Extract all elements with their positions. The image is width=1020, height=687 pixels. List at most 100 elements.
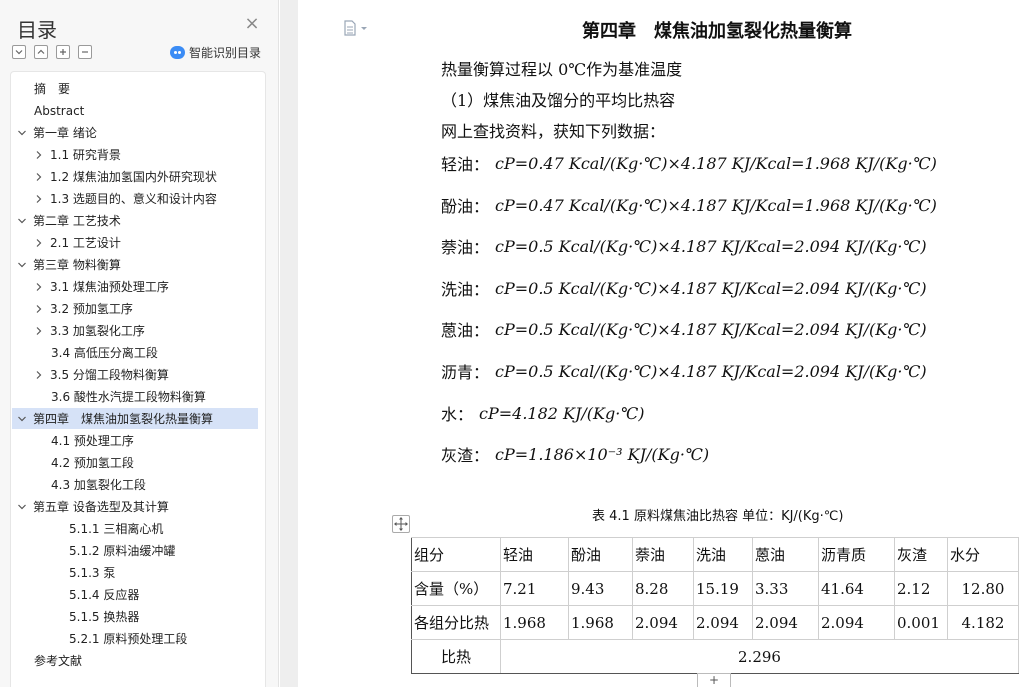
table-cell[interactable]: 3.33 (752, 571, 819, 606)
toc-item[interactable]: 2.1 工艺设计 (12, 232, 258, 253)
toc-item-label: 第四章 煤焦油加氢裂化热量衡算 (33, 412, 214, 426)
formula-expression: cP=0.47 Kcal/(Kg·℃)×4.187 KJ/Kcal=1.968 … (495, 195, 937, 215)
toc-list: 摘 要 Abstract 第一章 绪论 1.1 研究背景 1.2 煤焦油加氢国内外研究现… (10, 71, 266, 687)
table-cell[interactable]: 0.001 (894, 605, 948, 640)
toc-item[interactable]: Abstract (12, 100, 258, 121)
table-cell[interactable]: 2.094 (693, 605, 753, 640)
toc-item[interactable]: 5.1.1 三相离心机 (12, 518, 258, 539)
toc-item[interactable]: 4.2 预加氢工段 (12, 452, 258, 473)
toc-item[interactable]: 5.2.1 原料预处理工段 (12, 628, 258, 649)
table-cell[interactable]: 15.19 (693, 571, 753, 606)
chevron-down-icon[interactable] (16, 215, 28, 227)
expand-all-icon[interactable] (12, 45, 26, 59)
toc-item[interactable]: 5.1.5 换热器 (12, 606, 258, 627)
toc-item[interactable]: 3.3 加氢裂化工序 (12, 320, 258, 341)
toc-item[interactable]: 4.3 加氢裂化工段 (12, 474, 258, 495)
table-cell[interactable]: 1.968 (500, 605, 569, 640)
toc-item-label: 第五章 设备选型及其计算 (33, 500, 169, 514)
table-cell[interactable]: 比热 (411, 639, 501, 674)
collapse-all-icon[interactable] (34, 45, 48, 59)
table-cell[interactable]: 1.968 (568, 605, 633, 640)
chevron-right-icon[interactable] (33, 325, 45, 337)
table-cell[interactable]: 含量（%） (411, 571, 501, 606)
add-heading-icon[interactable] (56, 45, 70, 59)
toc-item[interactable]: 3.2 预加氢工序 (12, 298, 258, 319)
close-icon[interactable]: × (244, 15, 260, 33)
chevron-right-icon[interactable] (33, 237, 45, 249)
table-cell[interactable]: 8.28 (632, 571, 694, 606)
table-cell[interactable]: 轻油 (500, 537, 569, 572)
toc-item[interactable]: 参考文献 (12, 650, 258, 671)
chevron-right-icon[interactable] (33, 303, 45, 315)
smart-toc-button[interactable]: 智能识别目录 (170, 44, 261, 61)
table-cell[interactable]: 洗油 (693, 537, 753, 572)
table-cell[interactable]: 蒽油 (752, 537, 819, 572)
formula-expression: cP=0.5 Kcal/(Kg·℃)×4.187 KJ/Kcal=2.094 K… (495, 236, 927, 256)
table-cell[interactable]: 2.296 (500, 639, 1019, 674)
table-cell[interactable]: 酚油 (568, 537, 633, 572)
toc-item[interactable]: 5.1.4 反应器 (12, 584, 258, 605)
toc-item[interactable]: 3.4 高低压分离工段 (12, 342, 258, 363)
table-cell[interactable]: 2.12 (894, 571, 948, 606)
toc-item-label: 5.1.4 反应器 (69, 588, 140, 602)
add-row-button[interactable]: + (697, 673, 731, 687)
toc-item-label: 第三章 物料衡算 (33, 258, 121, 272)
table-cell[interactable]: 灰渣 (894, 537, 948, 572)
chevron-right-icon[interactable] (33, 171, 45, 183)
toc-item-label: 1.1 研究背景 (50, 148, 121, 162)
toc-item[interactable]: 5.1.3 泵 (12, 562, 258, 583)
toc-item[interactable]: 第二章 工艺技术 (12, 210, 258, 231)
toc-item[interactable]: 3.1 煤焦油预处理工序 (12, 276, 258, 297)
table-cell[interactable]: 7.21 (500, 571, 569, 606)
toc-item[interactable]: 摘 要 (12, 78, 258, 99)
remove-heading-icon[interactable] (78, 45, 92, 59)
chevron-right-icon[interactable] (33, 281, 45, 293)
table-row: 各组分比热 1.968 1.968 2.094 2.094 2.094 2.09… (411, 605, 1019, 640)
formula-expression: cP=0.5 Kcal/(Kg·℃)×4.187 KJ/Kcal=2.094 K… (495, 278, 927, 298)
formula-label: 沥青： (441, 363, 490, 382)
toc-item-label: 5.1.5 换热器 (69, 610, 140, 624)
table-cell[interactable]: 2.094 (632, 605, 694, 640)
toc-item[interactable]: 5.1.2 原料油缓冲罐 (12, 540, 258, 561)
chevron-down-icon[interactable] (16, 259, 28, 271)
table-cell[interactable]: 2.094 (818, 605, 895, 640)
chevron-down-icon[interactable] (16, 501, 28, 513)
table-caption: 表 4.1 原料煤焦油比热容 单位：KJ/(Kg·℃) (592, 509, 844, 524)
table-header-row: 组分 轻油 酚油 萘油 洗油 蒽油 沥青质 灰渣 水分 (411, 537, 1019, 572)
table-cell[interactable]: 沥青质 (818, 537, 895, 572)
chevron-right-icon[interactable] (33, 149, 45, 161)
toc-item-label: 5.1.3 泵 (69, 566, 116, 580)
table-cell[interactable]: 萘油 (632, 537, 694, 572)
toc-item-label: 参考文献 (34, 654, 83, 668)
toc-item[interactable]: 第一章 绪论 (12, 122, 258, 143)
table-cell[interactable]: 41.64 (818, 571, 895, 606)
toc-item[interactable]: 1.1 研究背景 (12, 144, 258, 165)
toc-item[interactable]: 3.5 分馏工段物料衡算 (12, 364, 258, 385)
table-cell[interactable]: 4.182 (947, 605, 1019, 640)
formula-expression: cP=0.5 Kcal/(Kg·℃)×4.187 KJ/Kcal=2.094 K… (495, 361, 927, 381)
chevron-right-icon[interactable] (33, 193, 45, 205)
toc-item[interactable]: 第三章 物料衡算 (12, 254, 258, 275)
formula-label: 轻油： (441, 155, 490, 174)
toc-item[interactable]: 第五章 设备选型及其计算 (12, 496, 258, 517)
toc-item-label: Abstract (34, 103, 85, 118)
toc-item[interactable]: 1.2 煤焦油加氢国内外研究现状 (12, 166, 258, 187)
table-cell[interactable]: 9.43 (568, 571, 633, 606)
toc-item[interactable]: 第四章 煤焦油加氢裂化热量衡算 (12, 408, 258, 429)
toc-item-label: 5.2.1 原料预处理工段 (69, 632, 188, 646)
table-cell[interactable]: 组分 (411, 537, 501, 572)
chevron-down-icon[interactable] (16, 127, 28, 139)
document-menu-icon[interactable] (343, 20, 369, 36)
table-cell[interactable]: 12.80 (947, 571, 1019, 606)
toc-item[interactable]: 3.6 酸性水汽提工段物料衡算 (12, 386, 258, 407)
chevron-down-icon[interactable] (16, 413, 28, 425)
toc-item[interactable]: 4.1 预处理工序 (12, 430, 258, 451)
toc-item[interactable]: 1.3 选题目的、意义和设计内容 (12, 188, 258, 209)
table-move-handle[interactable] (392, 515, 410, 533)
table-cell[interactable]: 各组分比热 (411, 605, 501, 640)
table-cell[interactable]: 2.094 (752, 605, 819, 640)
formula-label: 灰渣： (441, 446, 490, 465)
toc-item-label: 第二章 工艺技术 (33, 214, 121, 228)
chevron-right-icon[interactable] (33, 369, 45, 381)
table-cell[interactable]: 水分 (947, 537, 1019, 572)
